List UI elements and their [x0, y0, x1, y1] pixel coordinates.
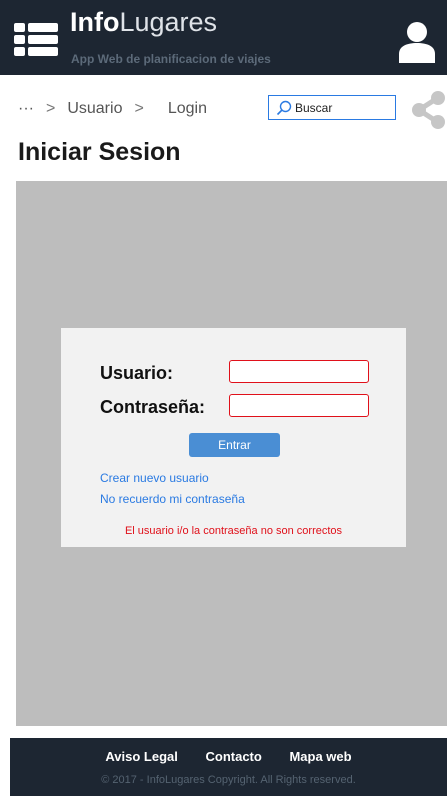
- username-label: Usuario:: [100, 363, 174, 383]
- breadcrumb-item-login: Login: [167, 100, 207, 117]
- brand-tagline: App Web de planificacion de viajes: [71, 52, 271, 66]
- copyright-text: © 2017 - InfoLugares Copyright. All Righ…: [101, 774, 356, 786]
- user-icon[interactable]: [398, 21, 436, 63]
- forgot-password-link[interactable]: No recuerdo mi contraseña: [100, 492, 245, 506]
- brand-name-rest: Lugares: [119, 7, 218, 37]
- brand-name-bold: Info: [70, 7, 120, 37]
- footer-link-contact[interactable]: Contacto: [206, 749, 262, 764]
- create-user-link[interactable]: Crear nuevo usuario: [100, 471, 209, 485]
- login-button[interactable]: Entrar: [189, 433, 280, 457]
- login-card: Usuario: Contraseña: Entrar Crear nuevo …: [61, 328, 406, 547]
- breadcrumb-separator: >: [45, 100, 56, 117]
- share-icon[interactable]: [412, 90, 447, 130]
- app-header: InfoLugares App Web de planificacion de …: [0, 0, 447, 75]
- breadcrumb-item-usuario[interactable]: Usuario: [67, 100, 122, 118]
- username-input[interactable]: [229, 360, 369, 383]
- search-box[interactable]: [268, 95, 396, 120]
- error-message: El usuario i/o la contraseña no son corr…: [124, 525, 343, 537]
- search-icon[interactable]: [276, 100, 292, 116]
- search-input[interactable]: [295, 98, 391, 117]
- footer-nav: Aviso Legal Contacto Mapa web: [10, 749, 447, 764]
- app-footer: Aviso Legal Contacto Mapa web © 2017 - I…: [10, 738, 447, 796]
- page-title: Iniciar Sesion: [18, 138, 181, 166]
- menu-list-icon[interactable]: [14, 22, 58, 58]
- footer-link-sitemap[interactable]: Mapa web: [289, 749, 351, 764]
- password-input[interactable]: [229, 394, 369, 417]
- breadcrumb: ··· > Usuario > Login: [18, 99, 207, 119]
- main-content: Usuario: Contraseña: Entrar Crear nuevo …: [16, 181, 447, 726]
- breadcrumb-ellipsis[interactable]: ···: [18, 100, 34, 118]
- brand-logo[interactable]: InfoLugares: [70, 6, 217, 38]
- breadcrumb-separator: >: [134, 100, 144, 117]
- password-label: Contraseña:: [100, 397, 206, 417]
- footer-link-legal[interactable]: Aviso Legal: [105, 749, 177, 764]
